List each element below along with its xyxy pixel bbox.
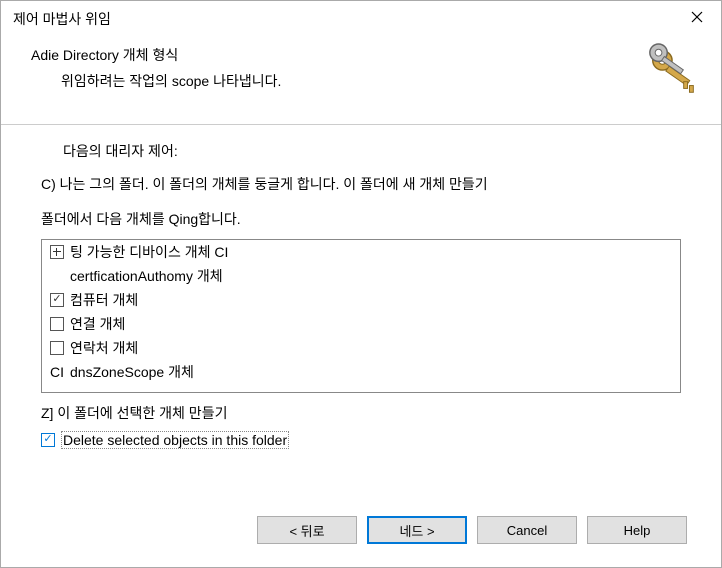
next-button[interactable]: 네드 > (367, 516, 467, 544)
checkbox-icon[interactable] (50, 245, 64, 259)
checkbox-icon[interactable] (50, 341, 64, 355)
titlebar: 제어 마법사 위임 (1, 1, 721, 37)
window-title: 제어 마법사 위임 (13, 9, 111, 29)
header-heading: Adie Directory 개체 형식 (31, 45, 703, 65)
list-item-label: 연락처 개체 (70, 338, 138, 358)
help-button[interactable]: Help (587, 516, 687, 544)
checkbox-icon[interactable] (50, 317, 64, 331)
close-icon (691, 11, 703, 23)
list-item-label: certficationAuthomy 개체 (70, 266, 223, 286)
list-item-label: 팅 가능한 디바이스 개체 CI (70, 242, 228, 262)
list-item[interactable]: CI dnsZoneScope 개체 (42, 360, 680, 384)
object-types-listbox[interactable]: 팅 가능한 디바이스 개체 CI certficationAuthomy 개체 … (41, 239, 681, 393)
button-bar: < 뒤로 네드 > Cancel Help (1, 507, 721, 567)
header-area: Adie Directory 개체 형식 위임하려는 작업의 scope 나타냅… (1, 37, 721, 125)
cancel-button[interactable]: Cancel (477, 516, 577, 544)
folder-description: C) 나는 그의 폴더. 이 폴더의 개체를 둥글게 합니다. 이 폴더에 새 … (41, 175, 681, 195)
list-item-label: 컴퓨터 개체 (70, 290, 138, 310)
list-item[interactable]: 팅 가능한 디바이스 개체 CI (42, 240, 680, 264)
list-item-label: dnsZoneScope 개체 (70, 362, 194, 382)
content-area: 다음의 대리자 제어: C) 나는 그의 폴더. 이 폴더의 개체를 둥글게 합… (1, 125, 721, 507)
create-objects-label: Z] 이 폴더에 선택한 개체 만들기 (41, 403, 681, 423)
back-button[interactable]: < 뒤로 (257, 516, 357, 544)
list-item[interactable]: 컴퓨터 개체 (42, 288, 680, 312)
list-item[interactable]: certficationAuthomy 개체 (42, 264, 680, 288)
checkbox-icon[interactable] (41, 433, 55, 447)
list-item-label: 연결 개체 (70, 314, 125, 334)
keys-icon (645, 43, 703, 101)
list-item-prefix: CI (50, 364, 64, 380)
delete-checkbox-label: Delete selected objects in this folder (61, 431, 289, 449)
objects-label: 폴더에서 다음 개체를 Qing합니다. (41, 209, 681, 229)
header-sub: 위임하려는 작업의 scope 나타냅니다. (61, 71, 703, 91)
list-item[interactable]: 연락처 개체 (42, 336, 680, 360)
wizard-dialog: 제어 마법사 위임 Adie Directory 개체 형식 위임하려는 작업의… (0, 0, 722, 568)
list-item[interactable]: 연결 개체 (42, 312, 680, 336)
delete-checkbox-row[interactable]: Delete selected objects in this folder (41, 431, 681, 449)
checkbox-icon[interactable] (50, 293, 64, 307)
close-button[interactable] (673, 1, 721, 33)
delegates-label: 다음의 대리자 제어: (41, 141, 681, 161)
